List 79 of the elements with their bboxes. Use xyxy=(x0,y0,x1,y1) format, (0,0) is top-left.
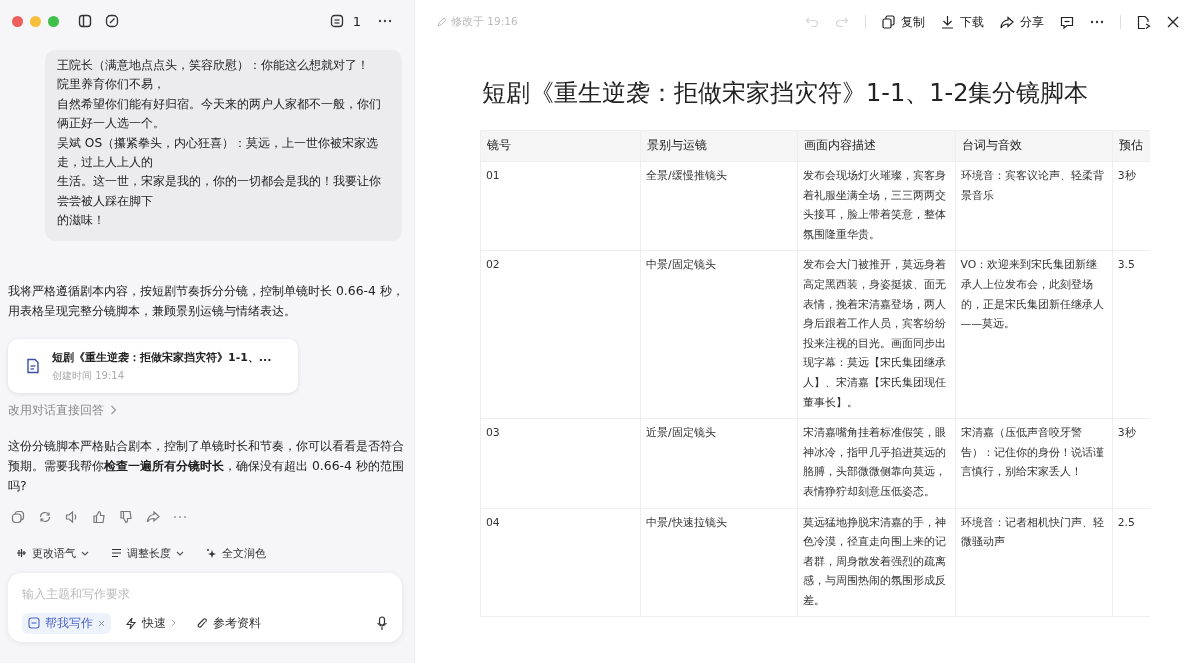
assistant-message: 这份分镜脚本严格贴合剧本，控制了单镜时长和节奏，你可以看看是否符合预期。需要我帮你检查一遍所有分镜时长，确保没有超出 0.66-4 秒的范围吗? xyxy=(8,436,404,495)
column-header: 画面内容描述 xyxy=(797,130,955,162)
document-list-icon[interactable] xyxy=(329,14,344,28)
table-cell: 宋清嘉（压低声音咬牙警告）：记住你的身份！说话谨言慎行，别给宋家丢人！ xyxy=(955,418,1113,508)
close-icon[interactable] xyxy=(1167,16,1179,28)
column-header: 镜号 xyxy=(480,130,641,162)
message-text: 王院长（满意地点点头，笑容欣慰）：你能这么想就对了！ xyxy=(57,57,370,74)
lines-icon xyxy=(111,548,122,559)
table-cell: 宋清嘉嘴角挂着标准假笑，眼神冰冷，指甲几乎掐进莫远的胳膊，头部微微侧靠向莫远，表情狰狞却刻意压低姿态。 xyxy=(797,418,955,508)
copy-icon xyxy=(882,15,895,29)
document-switch-icon[interactable] xyxy=(1137,14,1151,30)
minimize-window-dot[interactable] xyxy=(30,15,41,27)
sparkle-icon xyxy=(206,547,217,559)
thumbs-up-icon[interactable] xyxy=(92,509,106,524)
edit-tool-button[interactable]: 调整长度 xyxy=(105,541,190,565)
table-cell: 全景/缓慢推镜头 xyxy=(640,161,798,251)
table-cell: 04 xyxy=(480,508,641,617)
zoom-window-dot[interactable] xyxy=(48,15,59,27)
copy-icon[interactable] xyxy=(11,509,25,524)
file-card[interactable]: 短剧《重生逆袭：拒做宋家挡灾符》1-1、... 创建时间 19:14 xyxy=(8,338,298,393)
thumbs-down-icon[interactable] xyxy=(119,509,133,524)
table-cell: 02 xyxy=(480,250,641,419)
assistant-message: 我将严格遵循剧本内容，按短剧节奏拆分分镜，控制单镜时长 0.66-4 秒，用表格呈现完整分镜脚本，兼顾景别运镜与情绪表达。 xyxy=(8,281,404,320)
waveform-icon xyxy=(16,548,27,559)
table-cell: 中景/固定镜头 xyxy=(640,250,798,419)
toolbar-button[interactable]: 复制 xyxy=(882,12,925,32)
document-icon xyxy=(28,617,40,630)
composer-chip[interactable]: 快速 xyxy=(119,612,182,634)
table-cell: 莫远猛地挣脱宋清嘉的手，神色冷漠，径直走向围上来的记者群，周身散发着强烈的疏离感，与周围热闹的氛围形成反差。 xyxy=(797,508,955,617)
download-icon xyxy=(941,15,954,29)
table-cell: 03 xyxy=(480,418,641,508)
document-title: 短剧《重生逆袭：拒做宋家挡灾符》1-1、1-2集分镜脚本 xyxy=(482,78,1090,109)
message-text: 自然希望你们能有好归宿。今天来的两户人家都不一般，你们俩正好一人选一个。 xyxy=(57,95,382,133)
column-header: 预估 xyxy=(1112,130,1150,162)
message-text: 的滋味！ xyxy=(57,212,106,230)
more-icon[interactable] xyxy=(1090,20,1104,24)
edit-tool-button[interactable]: 全文润色 xyxy=(200,541,272,565)
share-icon[interactable] xyxy=(146,509,160,524)
file-meta: 创建时间 19:14 xyxy=(52,368,125,382)
caret-icon xyxy=(176,550,184,556)
message-text: 院里养育你们不易， xyxy=(57,76,166,94)
toolbar-button[interactable]: 分享 xyxy=(1000,12,1044,32)
toolbar-button[interactable]: 下载 xyxy=(941,12,984,32)
chevron-right-icon xyxy=(110,405,117,416)
composer-chip[interactable]: 帮我写作 xyxy=(22,612,111,634)
table-cell: 发布会现场灯火璀璨，宾客身着礼服坐满全场，三三两两交头接耳，脸上带着笑意，整体氛围隆重华贵。 xyxy=(797,161,955,251)
composer-chip[interactable]: 参考资料 xyxy=(190,612,267,634)
table-cell: 发布会大门被推开，莫远身着高定黑西装，身姿挺拔、面无表情，挽着宋清嘉登场，两人身后跟着工作人员，宾客纷纷投来注视的目光。画面同步出现字幕：莫远【宋氏集团继承人】、宋清嘉【宋氏集团现任董事长】。 xyxy=(797,250,955,419)
table-cell: 环境音：宾客议论声、轻柔背景音乐 xyxy=(955,161,1113,251)
table-cell: 01 xyxy=(480,161,641,251)
share-icon xyxy=(1000,15,1014,29)
table-cell: 环境音：记者相机快门声、轻微骚动声 xyxy=(955,508,1113,617)
file-title: 短剧《重生逆袭：拒做宋家挡灾符》1-1、... xyxy=(52,349,272,366)
microphone-icon[interactable] xyxy=(376,615,388,631)
switch-answer-link[interactable]: 改用对话直接回答 xyxy=(8,402,104,418)
chevron-right-icon xyxy=(171,619,176,628)
sidebar-toggle-icon[interactable] xyxy=(78,14,92,28)
paperclip-icon xyxy=(196,616,208,630)
message-text: 生活。这一世，宋家是我的，你的一切都会是我的！我要让你尝尝被人踩在脚下 xyxy=(57,173,382,210)
column-header: 景别与运镜 xyxy=(640,130,798,162)
message-text: 吴斌 OS（攥紧拳头，内心狂喜）：莫远，上一世你被宋家选走，过上人上人的 xyxy=(57,134,380,172)
column-header: 台词与音效 xyxy=(955,130,1113,162)
document-count: 1 xyxy=(352,13,361,29)
caret-icon xyxy=(81,550,89,556)
table-cell: VO：欢迎来到宋氏集团新继承人上位发布会，此刻登场的，正是宋氏集团新任继承人——莫远。 xyxy=(955,250,1113,419)
edit-tool-button[interactable]: 更改语气 xyxy=(10,541,95,565)
compose-box[interactable]: 输入主题和写作要求 帮我写作 快速 参考资料 xyxy=(8,572,402,642)
comment-icon[interactable] xyxy=(1060,15,1074,29)
table-cell: 近景/固定镜头 xyxy=(640,418,798,508)
document-icon xyxy=(26,357,40,374)
lightning-icon xyxy=(125,616,137,630)
new-chat-icon[interactable] xyxy=(105,14,119,28)
regenerate-icon[interactable] xyxy=(38,509,52,524)
modified-time: 修改于 19:16 xyxy=(451,15,518,29)
more-icon[interactable] xyxy=(378,19,392,23)
pencil-icon xyxy=(437,17,447,27)
speaker-icon[interactable] xyxy=(65,509,79,524)
close-window-dot[interactable] xyxy=(12,15,23,27)
table-cell: 中景/快速拉镜头 xyxy=(640,508,798,617)
